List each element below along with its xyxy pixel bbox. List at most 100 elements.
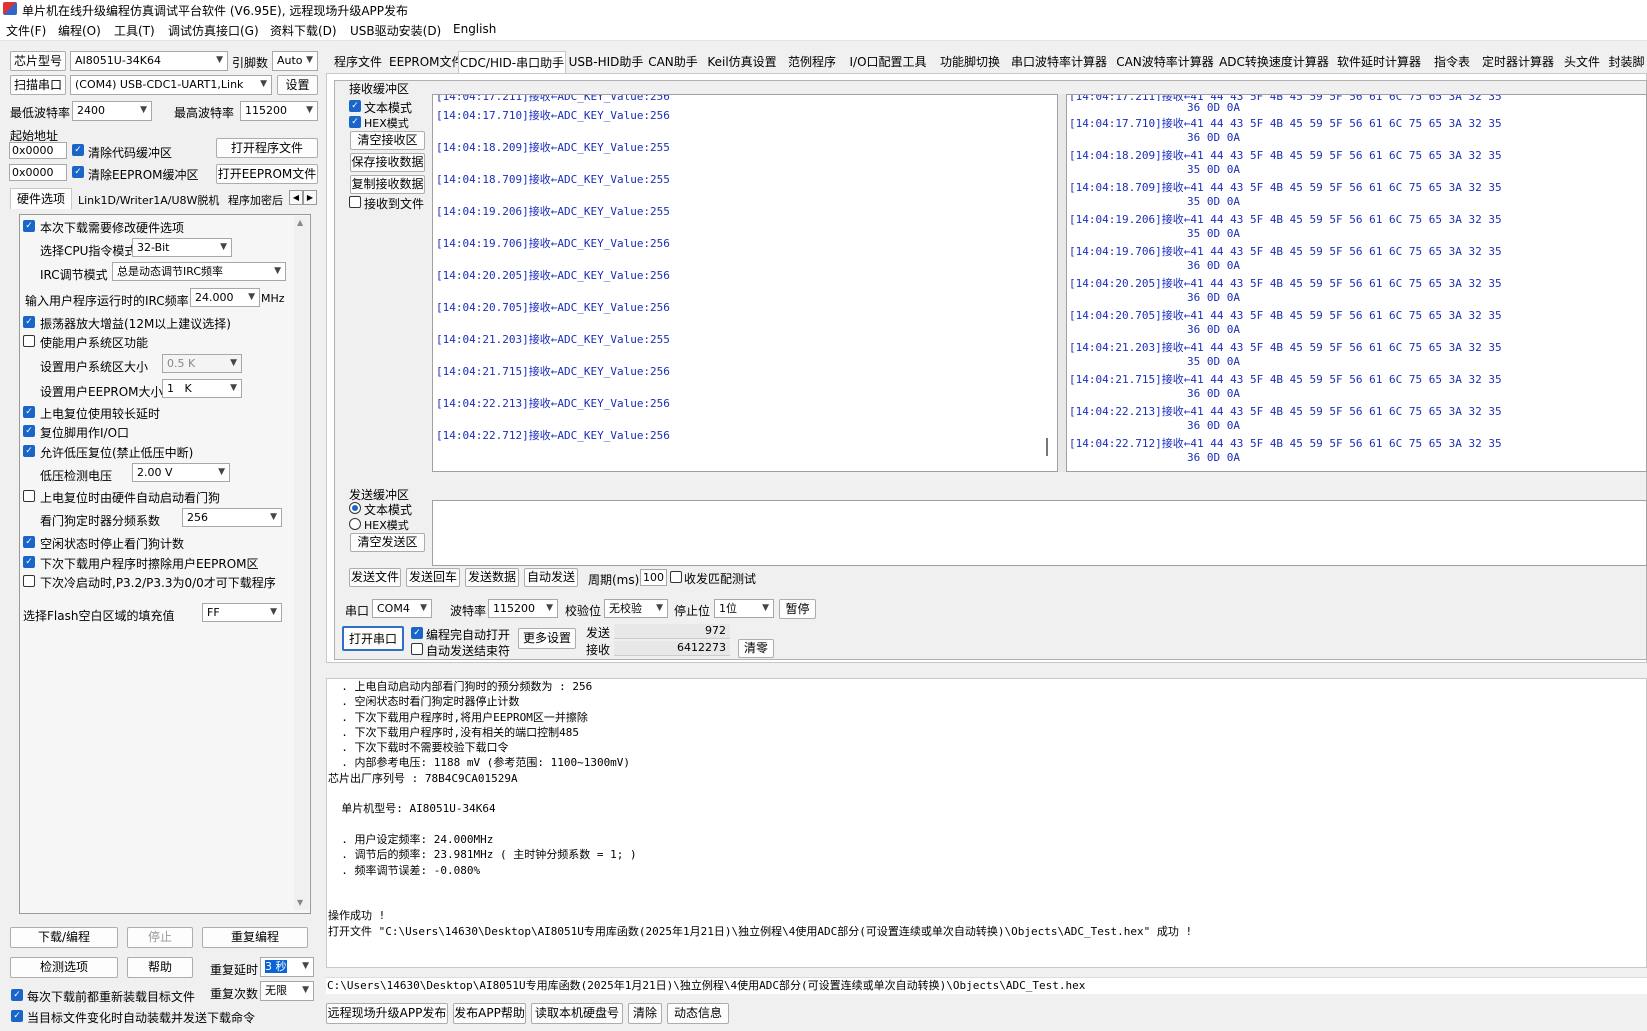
open-eeprom-button[interactable]: 打开EEPROM文件 [216,164,318,184]
send-data-button[interactable]: 发送数据 [465,568,519,587]
opt-lvr-checkbox[interactable]: ✓ [23,445,35,457]
open-port-button[interactable]: 打开串口 [342,626,404,651]
tx-text-mode-radio[interactable] [349,502,361,514]
rx-clear-button[interactable]: 清空接收区 [350,131,425,150]
download-button[interactable]: 下载/编程 [10,927,118,948]
tx-clear-button[interactable]: 清空发送区 [350,533,425,552]
clear-code-checkbox[interactable]: ✓ [72,144,84,156]
rx-hex-mode-checkbox[interactable]: ✓ [349,116,361,128]
auto-open-checkbox[interactable]: ✓ [411,627,423,639]
eeprom-size-select[interactable]: 1 K ▼ [162,379,242,398]
reprogram-button[interactable]: 重复编程 [202,927,308,948]
irc-freq-select[interactable]: 24.000 ▼ [190,288,260,307]
max-baud-select[interactable]: 115200 ▼ [240,101,318,121]
auto-send-button[interactable]: 自动发送 [524,568,578,587]
tab-pin-switch[interactable]: 功能脚切换 [936,51,1004,73]
cpu-mode-select[interactable]: 32-Bit ▼ [132,238,232,257]
help-button[interactable]: 帮助 [127,957,193,978]
repeat-count-select[interactable]: 无限 ▼ [260,981,314,1001]
period-input[interactable]: 100 [640,569,667,586]
irc-mode-select[interactable]: 总是动态调节IRC频率 ▼ [112,262,286,281]
opt-user-sys-checkbox[interactable] [23,335,35,347]
subtab-link1d[interactable]: Link1D/Writer1A/U8W脱机 [78,192,219,208]
serial-parity-select[interactable]: 无校验 ▼ [604,599,668,618]
rx-to-file-checkbox[interactable] [349,196,361,208]
scroll-down-icon[interactable]: ▼ [297,898,303,907]
tab-eeprom-file[interactable]: EEPROM文件 [389,51,464,73]
log-panel[interactable]: . 上电自动启动内部看门狗时的预分频数为 : 256 . 空闲状态时看门狗定时器… [326,678,1647,968]
menu-tools[interactable]: 工具(T) [114,22,155,39]
scroll-up-icon[interactable]: ▲ [297,218,303,227]
tab-package[interactable]: 封装脚 [1606,51,1647,73]
pins-select[interactable]: Auto ▼ [272,51,318,71]
opt-wdt-hw-checkbox[interactable] [23,490,35,502]
tab-timer-calc[interactable]: 定时器计算器 [1478,51,1558,73]
wdt-div-select[interactable]: 256 ▼ [182,508,282,527]
start-addr-input[interactable]: 0x0000 [9,142,67,159]
rx-text-scrollbar-thumb[interactable] [1046,438,1048,456]
chip-select[interactable]: AI8051U-34K64 ▼ [70,51,228,71]
rx-save-button[interactable]: 保存接收数据 [350,153,425,172]
repeat-delay-select[interactable]: 3 秒 ▼ [260,957,314,977]
opt-reset-io-checkbox[interactable]: ✓ [23,425,35,437]
subtab-prev-arrow[interactable]: ◀ [289,190,303,205]
opt-modify-hw-checkbox[interactable]: ✓ [23,220,35,232]
tab-uart-baud[interactable]: 串口波特率计算器 [1005,51,1113,73]
menu-download[interactable]: 资料下载(D) [270,22,337,39]
tab-can-baud[interactable]: CAN波特率计算器 [1114,51,1216,73]
clear-eeprom-checkbox[interactable]: ✓ [72,166,84,178]
tx-hex-mode-radio[interactable] [349,518,361,530]
serial-port-select[interactable]: COM4 ▼ [372,599,432,618]
pause-button[interactable]: 暂停 [779,599,816,619]
scan-port-button[interactable]: 扫描串口 [10,75,66,95]
auto-end-checkbox[interactable] [411,643,423,655]
flash-fill-select[interactable]: FF ▼ [202,603,282,622]
reload-checkbox[interactable]: ✓ [11,989,23,1001]
autoload-checkbox[interactable]: ✓ [11,1010,23,1022]
tab-examples[interactable]: 范例程序 [784,51,840,73]
subtab-hardware[interactable]: 硬件选项 [10,188,72,209]
tab-delay-calc[interactable]: 软件延时计算器 [1332,51,1426,73]
remote-app-button[interactable]: 远程现场升级APP发布 [326,1003,448,1024]
opt-long-delay-checkbox[interactable]: ✓ [23,406,35,418]
menu-debug[interactable]: 调试仿真接口(G) [168,22,259,39]
tab-usb-hid[interactable]: USB-HID助手 [567,51,645,73]
tab-program-file[interactable]: 程序文件 [328,51,388,73]
match-test-checkbox[interactable] [670,571,682,583]
rx-hex-pane[interactable]: [14:04:17.211]接收←41 44 43 5F 4B 45 59 5F… [1066,94,1647,472]
tab-io-config[interactable]: I/O口配置工具 [841,51,935,73]
tab-can[interactable]: CAN助手 [646,51,700,73]
read-disk-button[interactable]: 读取本机硬盘号 [531,1003,623,1024]
options-scrollbar[interactable]: ▲ ▼ [294,216,309,910]
menu-program[interactable]: 编程(O) [58,22,101,39]
port-select[interactable]: (COM4) USB-CDC1-UART1,Link ▼ [70,75,272,95]
rx-text-mode-checkbox[interactable]: ✓ [349,100,361,112]
opt-idle-wdt-checkbox[interactable]: ✓ [23,536,35,548]
tab-cdc-serial[interactable]: CDC/HID-串口助手 [458,51,566,73]
zero-count-button[interactable]: 清零 [738,639,774,658]
subtab-next-arrow[interactable]: ▶ [303,190,317,205]
opt-erase-eeprom-checkbox[interactable]: ✓ [23,556,35,568]
menu-usb-driver[interactable]: USB驱动安装(D) [350,22,441,39]
check-options-button[interactable]: 检测选项 [10,957,118,978]
port-settings-button[interactable]: 设置 [277,75,318,95]
opt-p32-checkbox[interactable] [23,575,35,587]
serial-baud-select[interactable]: 115200 ▼ [488,599,558,618]
lv-voltage-select[interactable]: 2.00 V ▼ [132,463,230,482]
tx-input-area[interactable] [432,500,1647,566]
serial-stop-select[interactable]: 1位 ▼ [714,599,774,618]
opt-osc-gain-checkbox[interactable]: ✓ [23,316,35,328]
eeprom-addr-input[interactable]: 0x0000 [9,164,67,181]
min-baud-select[interactable]: 2400 ▼ [72,101,152,121]
stop-button[interactable]: 停止 [127,927,193,948]
tab-adc-speed[interactable]: ADC转换速度计算器 [1217,51,1331,73]
subtab-encrypt[interactable]: 程序加密后 [228,192,288,208]
clear-log-button[interactable]: 清除 [628,1003,662,1024]
app-help-button[interactable]: 发布APP帮助 [453,1003,526,1024]
send-file-button[interactable]: 发送文件 [349,568,401,587]
menu-english[interactable]: English [453,22,496,36]
rx-copy-button[interactable]: 复制接收数据 [350,175,425,194]
menu-file[interactable]: 文件(F) [6,22,46,39]
more-settings-button[interactable]: 更多设置 [518,628,576,649]
dynamic-info-button[interactable]: 动态信息 [667,1003,729,1024]
